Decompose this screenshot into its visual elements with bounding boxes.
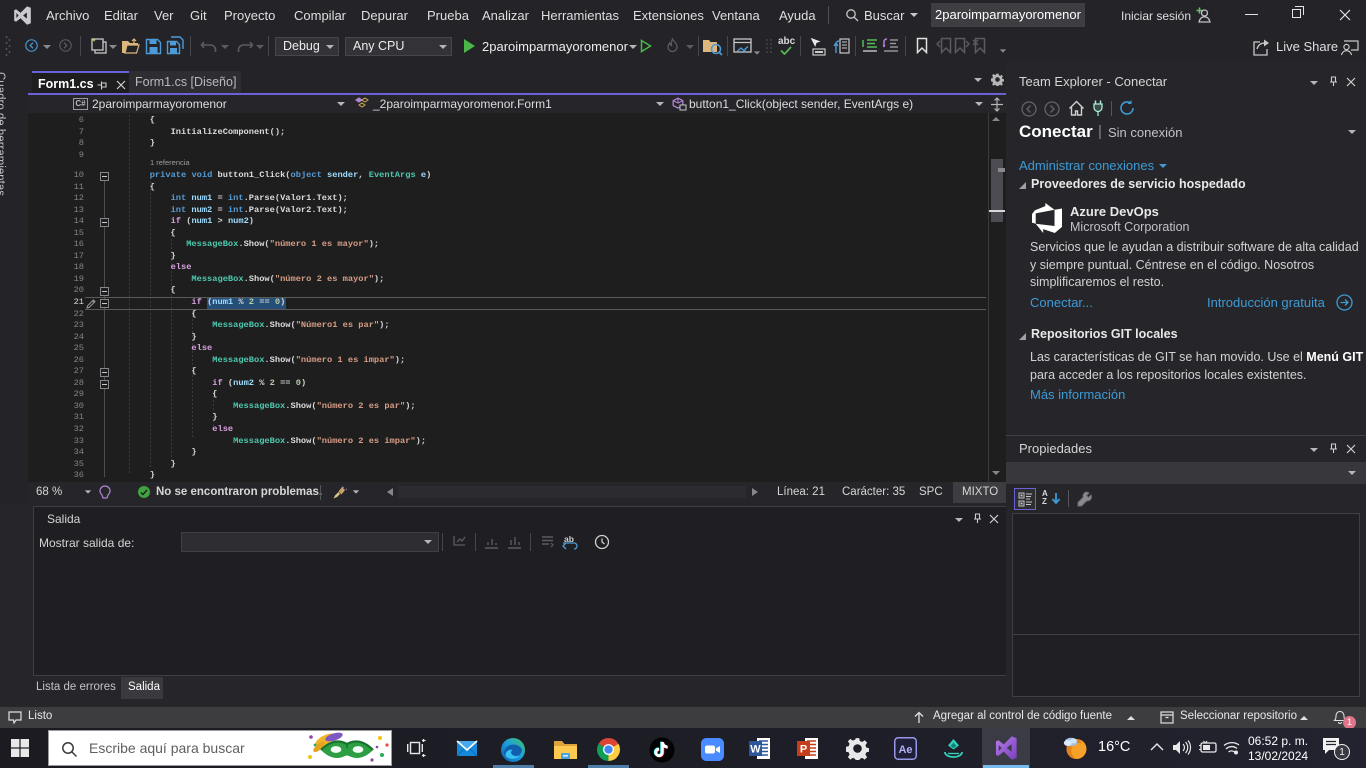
svg-text:Ae: Ae [898, 744, 912, 756]
svg-text:W: W [750, 744, 761, 756]
svg-text:P: P [800, 744, 807, 756]
